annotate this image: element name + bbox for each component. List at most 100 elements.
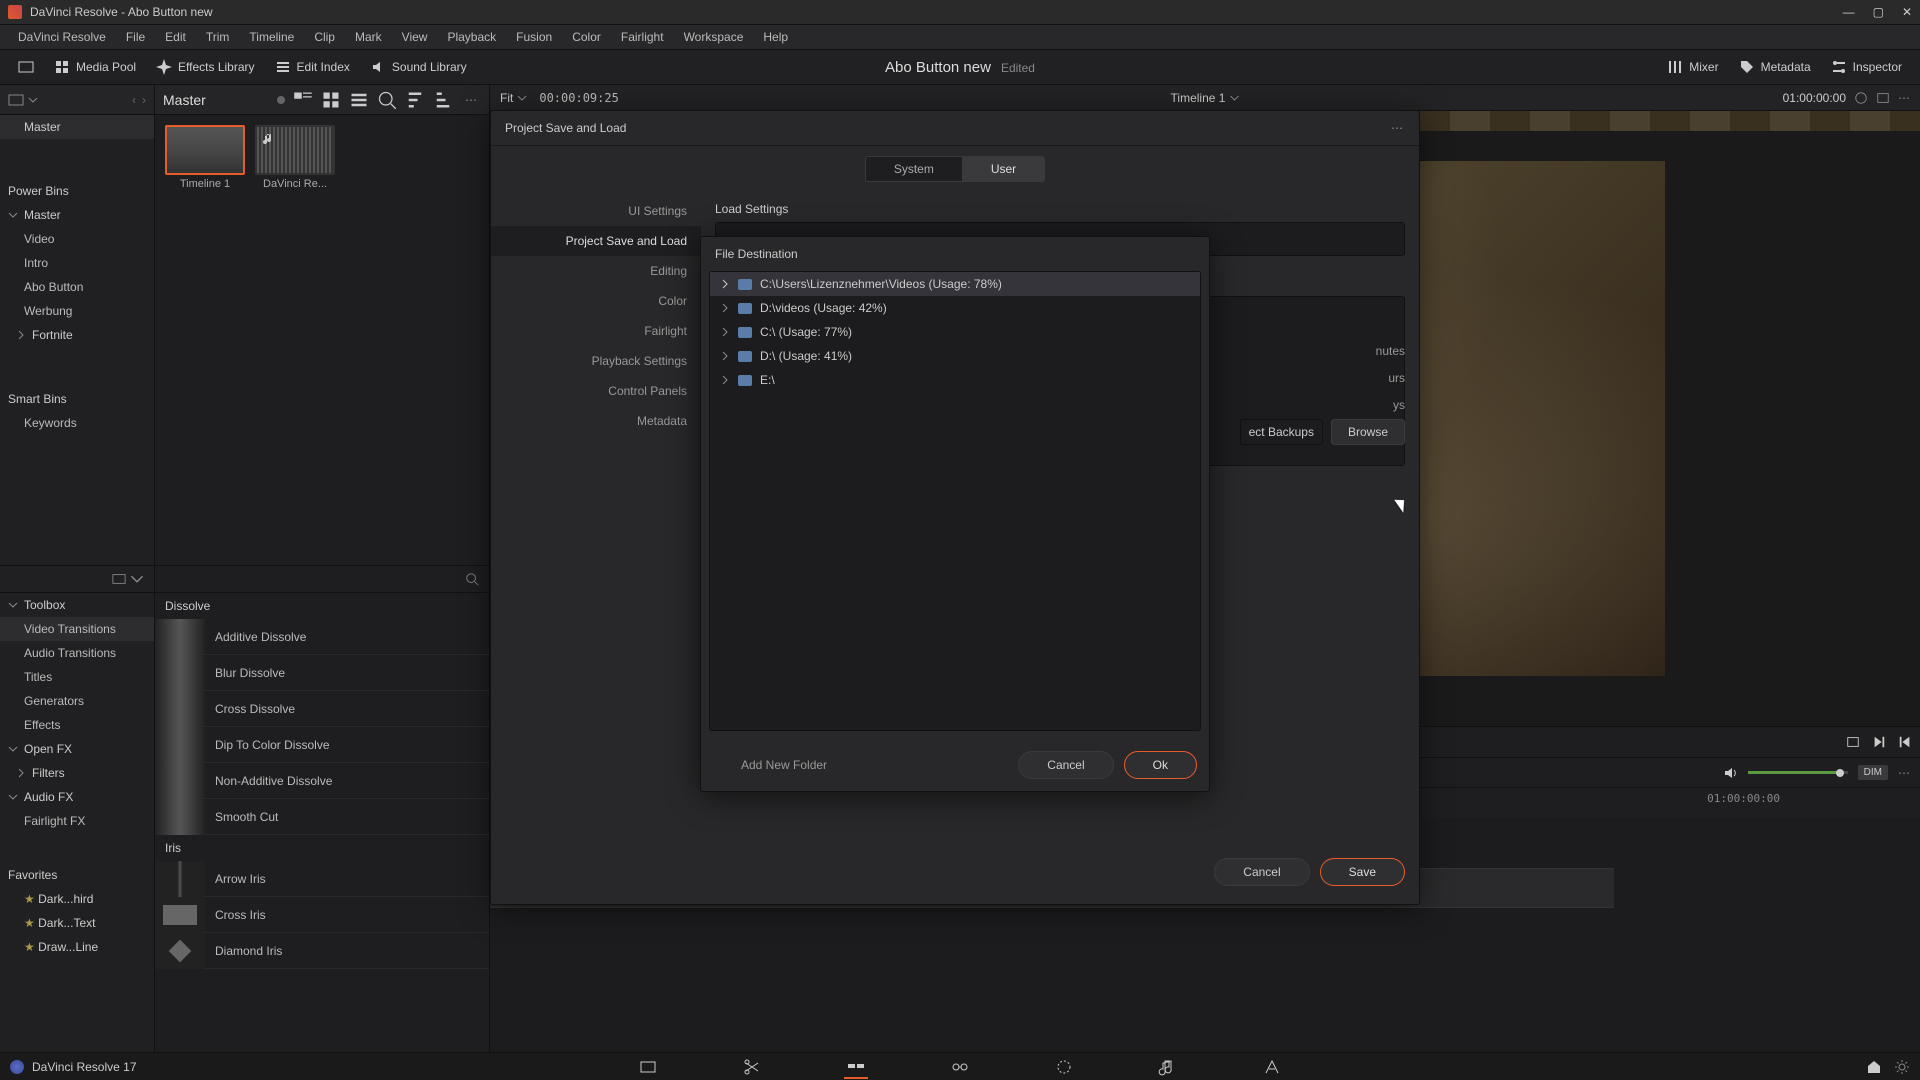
volume-slider[interactable] (1748, 771, 1848, 774)
zoom-fit-select[interactable]: Fit (500, 91, 527, 105)
pref-category[interactable]: Project Save and Load (491, 226, 701, 256)
search-icon[interactable] (465, 572, 479, 586)
menu-item[interactable]: View (392, 30, 438, 44)
match-frame-icon[interactable] (1846, 735, 1860, 749)
home-icon[interactable] (1866, 1059, 1882, 1075)
tab-user[interactable]: User (963, 156, 1045, 182)
media-page-button[interactable] (636, 1055, 660, 1079)
transition-item[interactable]: Cross Dissolve (155, 691, 489, 727)
power-bins-header[interactable]: Power Bins (0, 179, 154, 203)
cut-page-button[interactable] (740, 1055, 764, 1079)
menu-item[interactable]: Workspace (674, 30, 754, 44)
deliver-page-button[interactable] (1260, 1055, 1284, 1079)
menu-item[interactable]: Color (562, 30, 611, 44)
gear-icon[interactable] (1894, 1059, 1910, 1075)
menu-item[interactable]: Clip (304, 30, 345, 44)
color-page-button[interactable] (1052, 1055, 1076, 1079)
bin-item[interactable]: Werbung (0, 299, 154, 323)
fairlight-page-button[interactable] (1156, 1055, 1180, 1079)
save-button[interactable]: Save (1320, 858, 1405, 886)
list-view-button[interactable] (349, 90, 369, 110)
file-tree-row[interactable]: E:\ (710, 368, 1200, 392)
menu-item[interactable]: Edit (155, 30, 196, 44)
bin-item[interactable]: Video (0, 227, 154, 251)
clip-thumbnail[interactable]: DaVinci Re... (255, 125, 335, 190)
transition-item[interactable]: Diamond Iris (155, 933, 489, 969)
menu-item[interactable]: Help (753, 30, 798, 44)
favorite-item[interactable]: ★ Dark...hird (0, 887, 154, 911)
transition-item[interactable]: Non-Additive Dissolve (155, 763, 489, 799)
favorites-header[interactable]: Favorites (0, 863, 154, 887)
inspector-button[interactable]: Inspector (1821, 55, 1912, 79)
fx-category[interactable]: Effects (0, 713, 154, 737)
next-icon[interactable]: › (142, 93, 146, 107)
fx-category[interactable]: Filters (0, 761, 154, 785)
media-pool-button[interactable]: Media Pool (44, 55, 146, 79)
transition-item[interactable]: Additive Dissolve (155, 619, 489, 655)
browse-button[interactable]: Browse (1331, 419, 1405, 445)
list-view-button[interactable] (293, 90, 313, 110)
edit-page-button[interactable] (844, 1055, 868, 1079)
sort-button[interactable] (405, 90, 425, 110)
fx-category[interactable]: Video Transitions (0, 617, 154, 641)
bin-item[interactable]: Intro (0, 251, 154, 275)
prev-icon[interactable]: ‹ (132, 93, 136, 107)
more-button[interactable]: ⋯ (1898, 91, 1910, 105)
sort-button[interactable] (433, 90, 453, 110)
menu-item[interactable]: File (116, 30, 155, 44)
file-tree-row[interactable]: D:\ (Usage: 41%) (710, 344, 1200, 368)
chevron-down-icon[interactable] (28, 95, 38, 105)
file-tree-row[interactable]: C:\ (Usage: 77%) (710, 320, 1200, 344)
toolbox-header[interactable]: Toolbox (0, 593, 154, 617)
menu-item[interactable]: DaVinci Resolve (8, 30, 116, 44)
chevron-down-icon[interactable] (130, 572, 144, 586)
thumb-view-button[interactable] (321, 90, 341, 110)
expand-button[interactable] (8, 55, 44, 79)
maximize-button[interactable]: ▢ (1873, 5, 1884, 19)
fx-category[interactable]: Audio Transitions (0, 641, 154, 665)
transition-item[interactable]: Arrow Iris (155, 861, 489, 897)
bin-master-expanded[interactable]: Master (0, 203, 154, 227)
modal-menu-button[interactable]: ⋯ (1391, 121, 1405, 135)
pref-category[interactable]: Metadata (491, 406, 701, 436)
menu-item[interactable]: Timeline (239, 30, 304, 44)
pref-category[interactable]: Color (491, 286, 701, 316)
transition-item[interactable]: Dip To Color Dissolve (155, 727, 489, 763)
menu-item[interactable]: Fusion (506, 30, 562, 44)
file-tree-row[interactable]: D:\videos (Usage: 42%) (710, 296, 1200, 320)
search-button[interactable] (377, 90, 397, 110)
smart-bins-header[interactable]: Smart Bins (0, 387, 154, 411)
ok-button[interactable]: Ok (1124, 751, 1197, 779)
clip-thumbnail[interactable]: Timeline 1 (165, 125, 245, 190)
openfx-header[interactable]: Open FX (0, 737, 154, 761)
add-folder-button[interactable]: Add New Folder (713, 752, 855, 778)
favorite-item[interactable]: ★ Dark...Text (0, 911, 154, 935)
minimize-button[interactable]: — (1843, 5, 1855, 19)
bin-master[interactable]: Master (0, 115, 154, 139)
favorite-item[interactable]: ★ Draw...Line (0, 935, 154, 959)
pref-category[interactable]: Editing (491, 256, 701, 286)
menu-item[interactable]: Playback (437, 30, 506, 44)
tab-system[interactable]: System (865, 156, 963, 182)
pref-category[interactable]: Control Panels (491, 376, 701, 406)
timeline-selector[interactable]: Timeline 1 (1171, 91, 1240, 105)
transition-item[interactable]: Blur Dissolve (155, 655, 489, 691)
panel-icon[interactable] (8, 92, 24, 108)
fx-category[interactable]: Fairlight FX (0, 809, 154, 833)
fx-category[interactable]: Generators (0, 689, 154, 713)
volume-icon[interactable] (1722, 765, 1738, 781)
sound-library-button[interactable]: Sound Library (360, 55, 477, 79)
pref-category[interactable]: Playback Settings (491, 346, 701, 376)
smart-bin-item[interactable]: Keywords (0, 411, 154, 435)
effects-library-button[interactable]: Effects Library (146, 55, 264, 79)
file-tree-row[interactable]: C:\Users\Lizenznehmer\Videos (Usage: 78%… (710, 272, 1200, 296)
cancel-button[interactable]: Cancel (1018, 751, 1113, 779)
bin-item[interactable]: Abo Button (0, 275, 154, 299)
more-button[interactable]: ⋯ (1898, 766, 1910, 780)
loop-icon[interactable] (1854, 91, 1868, 105)
panel-icon[interactable] (112, 572, 126, 586)
transition-item[interactable]: Smooth Cut (155, 799, 489, 835)
transition-item[interactable]: Cross Iris (155, 897, 489, 933)
pref-category[interactable]: UI Settings (491, 196, 701, 226)
pref-category[interactable]: Fairlight (491, 316, 701, 346)
